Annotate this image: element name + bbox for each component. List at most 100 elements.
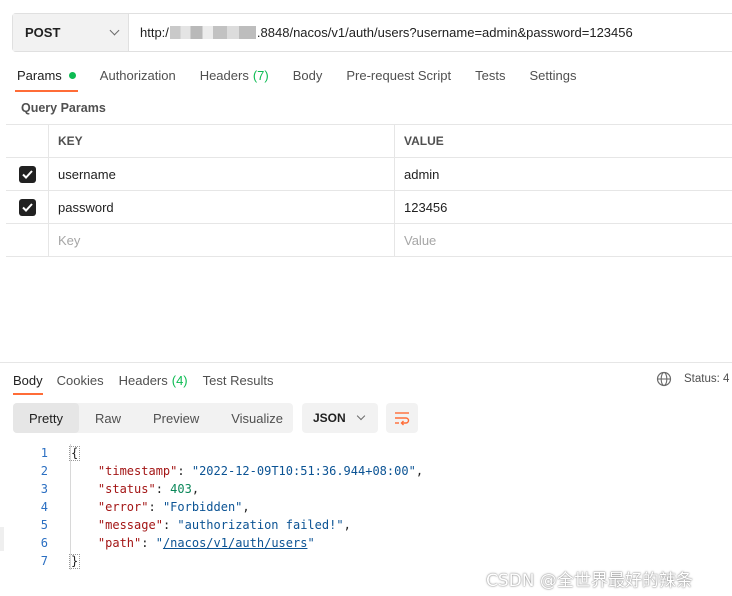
wrap-lines-button[interactable] xyxy=(386,403,418,433)
row-check-cell xyxy=(6,224,49,256)
view-visualize-button[interactable]: Visualize xyxy=(215,403,299,433)
code-line: 2 "timestamp": "2022-12-09T10:51:36.944+… xyxy=(0,462,423,480)
json-key: "timestamp" xyxy=(97,464,178,478)
request-tabs: Params Authorization Headers (7) Body Pr… xyxy=(0,58,583,92)
left-edge-artifact xyxy=(0,527,4,551)
method-select[interactable]: POST xyxy=(13,14,129,51)
pane-divider[interactable] xyxy=(0,362,732,363)
tab-pre-request-script[interactable]: Pre-request Script xyxy=(346,58,451,92)
code-line: 3 "status": 403, xyxy=(0,480,423,498)
tab-body[interactable]: Body xyxy=(293,58,323,92)
column-header-value: VALUE xyxy=(404,134,444,148)
line-number: 3 xyxy=(40,482,48,496)
request-url-bar: POST http:/ .8848/nacos/v1/auth/users?us… xyxy=(12,13,732,52)
wrap-lines-icon xyxy=(395,412,410,426)
tab-label: Body xyxy=(13,372,43,388)
json-key: "status" xyxy=(97,482,156,496)
tab-label: Settings xyxy=(529,67,577,83)
checkmark-icon xyxy=(21,202,33,212)
code-text: { xyxy=(69,445,81,461)
url-suffix: .8848/nacos/v1/auth/users?username=admin… xyxy=(256,25,633,40)
param-key[interactable]: password xyxy=(49,191,395,223)
response-view-switcher: Pretty Raw Preview Visualize xyxy=(13,403,293,433)
tab-label: Test Results xyxy=(202,372,274,388)
tab-params[interactable]: Params xyxy=(15,58,78,92)
json-value: "authorization failed!" xyxy=(177,518,344,532)
param-checkbox[interactable] xyxy=(18,198,36,216)
tab-label: Headers xyxy=(199,67,249,83)
code-line: 7 } xyxy=(0,552,423,570)
response-tabs: Body Cookies Headers (4) Test Results xyxy=(0,365,274,395)
param-key[interactable]: username xyxy=(49,158,395,190)
line-number: 7 xyxy=(40,554,48,568)
json-key: "path" xyxy=(97,536,142,550)
code-text: "message": "authorization failed!", xyxy=(97,518,351,532)
tab-label: Params xyxy=(17,67,62,83)
param-checkbox[interactable] xyxy=(18,165,36,183)
code-text: } xyxy=(69,553,81,569)
line-number: 4 xyxy=(40,500,48,514)
code-text: "path": "/nacos/v1/auth/users" xyxy=(97,536,315,550)
code-line: 1 { xyxy=(0,444,423,462)
response-tab-body[interactable]: Body xyxy=(13,365,43,395)
response-body-viewer[interactable]: 1 { 2 "timestamp": "2022-12-09T10:51:36.… xyxy=(0,444,423,570)
new-key-input[interactable]: Key xyxy=(49,224,395,256)
json-value: "/nacos/v1/auth/users" xyxy=(155,536,315,550)
row-check-cell xyxy=(6,158,49,190)
tab-label: Tests xyxy=(475,67,506,83)
code-line: 4 "error": "Forbidden", xyxy=(0,498,423,516)
chevron-down-icon xyxy=(109,25,120,36)
headers-count-badge: (4) xyxy=(171,372,188,388)
line-number: 5 xyxy=(40,518,48,532)
params-indicator-dot xyxy=(68,71,76,79)
tab-settings[interactable]: Settings xyxy=(529,58,576,92)
watermark: CSDN @全世界最好的辣条 xyxy=(486,571,693,591)
response-tab-headers[interactable]: Headers (4) xyxy=(119,365,188,395)
response-status: Status: 4 xyxy=(656,371,729,387)
url-input[interactable]: http:/ .8848/nacos/v1/auth/users?usernam… xyxy=(129,14,732,51)
line-number: 1 xyxy=(40,446,48,460)
tab-label: Body xyxy=(292,67,323,83)
line-number: 2 xyxy=(40,464,48,478)
param-value[interactable]: 123456 xyxy=(395,191,732,223)
code-text: "timestamp": "2022-12-09T10:51:36.944+08… xyxy=(97,464,424,478)
view-raw-button[interactable]: Raw xyxy=(79,403,137,433)
code-text: "error": "Forbidden", xyxy=(97,500,250,514)
tab-label: Authorization xyxy=(99,67,176,83)
query-params-title: Query Params xyxy=(21,101,106,115)
new-value-input[interactable]: Value xyxy=(395,224,732,256)
table-row: username admin xyxy=(6,158,732,191)
url-prefix: http:/ xyxy=(140,25,169,40)
path-link[interactable]: /nacos/v1/auth/users xyxy=(163,536,308,550)
json-key: "message" xyxy=(97,518,163,532)
row-check-cell xyxy=(6,191,49,223)
column-header-key: KEY xyxy=(49,125,395,157)
json-value: "Forbidden" xyxy=(162,500,243,514)
query-params-table: KEY VALUE username admin password 123456… xyxy=(6,124,732,257)
status-label: Status: 4 xyxy=(684,373,730,385)
response-tab-test-results[interactable]: Test Results xyxy=(203,365,274,395)
code-text: "status": 403, xyxy=(97,482,200,496)
param-value[interactable]: admin xyxy=(395,158,732,190)
close-brace: } xyxy=(69,553,81,569)
view-pretty-button[interactable]: Pretty xyxy=(13,403,79,433)
format-select[interactable]: JSON xyxy=(302,403,378,433)
chevron-down-icon xyxy=(356,411,366,421)
tab-label: Pre-request Script xyxy=(346,67,452,83)
view-preview-button[interactable]: Preview xyxy=(137,403,215,433)
line-number: 6 xyxy=(40,536,48,550)
method-label: POST xyxy=(25,25,61,40)
tab-authorization[interactable]: Authorization xyxy=(100,58,176,92)
globe-icon[interactable] xyxy=(656,371,672,387)
headers-count-badge: (7) xyxy=(252,67,269,83)
tab-label: Cookies xyxy=(56,372,104,388)
tab-headers[interactable]: Headers (7) xyxy=(200,58,269,92)
checkmark-icon xyxy=(21,169,33,179)
header-check-cell xyxy=(6,125,49,157)
json-value: 403 xyxy=(170,482,192,496)
code-line: 5 "message": "authorization failed!", xyxy=(0,516,423,534)
tab-tests[interactable]: Tests xyxy=(475,58,505,92)
open-brace: { xyxy=(69,445,81,461)
response-tab-cookies[interactable]: Cookies xyxy=(57,365,104,395)
tab-label: Headers xyxy=(118,372,168,388)
